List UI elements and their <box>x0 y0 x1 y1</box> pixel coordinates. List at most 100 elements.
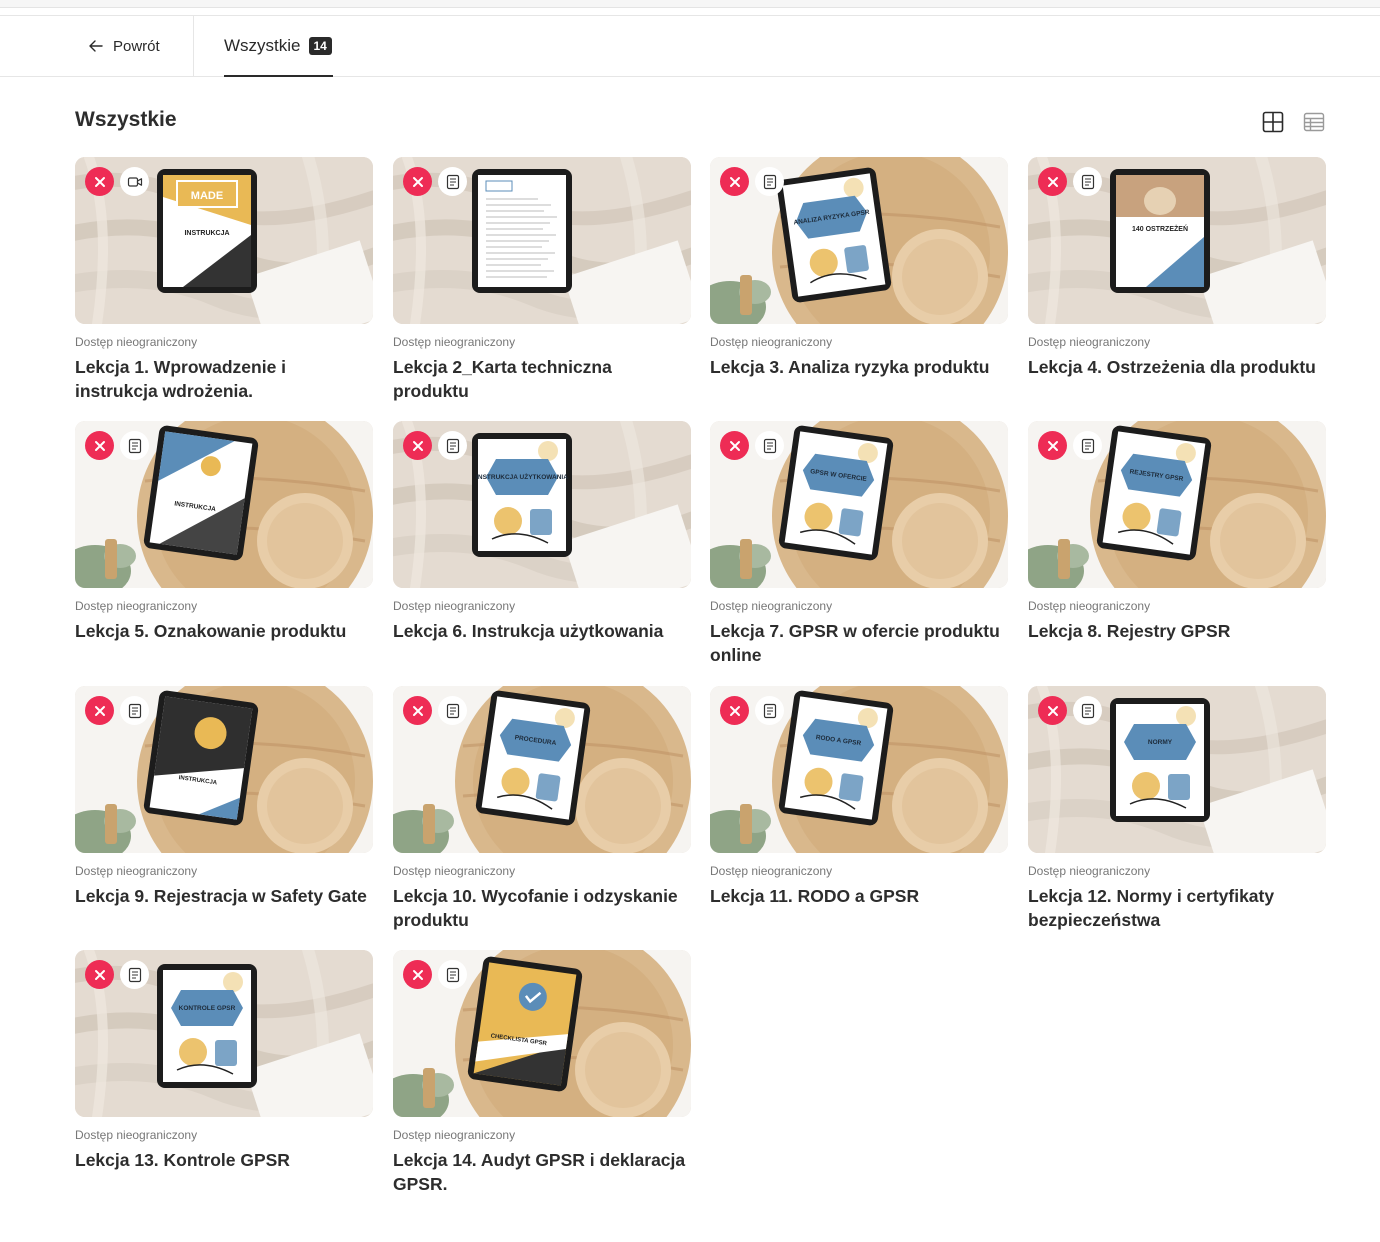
tab-all[interactable]: Wszystkie 14 <box>224 16 333 77</box>
lesson-thumbnail[interactable]: KONTROLE GPSR <box>75 950 373 1117</box>
document-icon <box>446 174 459 189</box>
access-label: Dostęp nieograniczony <box>75 1128 198 1142</box>
grid-view-icon <box>1262 111 1284 133</box>
lesson-thumbnail[interactable] <box>393 157 691 324</box>
lesson-thumbnail[interactable]: MADE INSTRUKCJA <box>75 157 373 324</box>
lesson-thumbnail[interactable]: RODO A GPSR <box>710 686 1008 853</box>
access-label: Dostęp nieograniczony <box>75 864 198 878</box>
remove-button[interactable] <box>720 431 749 460</box>
browser-top-strip <box>0 0 1380 8</box>
access-label: Dostęp nieograniczony <box>1028 599 1151 613</box>
lesson-card[interactable]: CHECKLISTA GPSR Dostęp nieograniczony Le… <box>393 950 691 1196</box>
content-type-badge <box>755 431 784 460</box>
content-type-badge <box>120 696 149 725</box>
remove-button[interactable] <box>85 167 114 196</box>
remove-button[interactable] <box>720 167 749 196</box>
lesson-card[interactable]: INSTRUKCJA Dostęp nieograniczony Lekcja … <box>75 421 373 643</box>
access-label: Dostęp nieograniczony <box>393 335 516 349</box>
svg-text:INSTRUKCJA: INSTRUKCJA <box>184 230 229 237</box>
lesson-card[interactable]: KONTROLE GPSR Dostęp nieograniczony Lekc… <box>75 950 373 1172</box>
remove-button[interactable] <box>1038 431 1067 460</box>
lesson-title[interactable]: Lekcja 8. Rejestry GPSR <box>1028 619 1326 643</box>
lesson-thumbnail[interactable]: PROCEDURA <box>393 686 691 853</box>
remove-button[interactable] <box>403 431 432 460</box>
lesson-title[interactable]: Lekcja 3. Analiza ryzyka produktu <box>710 355 1008 379</box>
content-type-badge <box>438 960 467 989</box>
access-label: Dostęp nieograniczony <box>75 335 198 349</box>
close-icon <box>94 176 105 187</box>
svg-text:KONTROLE GPSR: KONTROLE GPSR <box>179 1005 236 1012</box>
lesson-card[interactable]: REJESTRY GPSR Dostęp nieograniczony Lekc… <box>1028 421 1326 643</box>
lesson-thumbnail[interactable]: ANALIZA RYZYKA GPSR <box>710 157 1008 324</box>
document-icon <box>128 438 141 453</box>
content-type-badge <box>120 960 149 989</box>
lesson-card[interactable]: INSTRUKCJA Dostęp nieograniczony Lekcja … <box>75 686 373 908</box>
table-view-button[interactable] <box>1303 111 1325 133</box>
close-icon <box>1047 440 1058 451</box>
svg-text:140 OSTRZEŻEŃ: 140 OSTRZEŻEŃ <box>1132 224 1188 233</box>
svg-text:MADE: MADE <box>191 190 223 202</box>
svg-text:INSTRUKCJA UŻYTKOWANIA: INSTRUKCJA UŻYTKOWANIA <box>476 473 568 481</box>
document-icon <box>128 703 141 718</box>
remove-button[interactable] <box>85 960 114 989</box>
content-type-badge <box>755 167 784 196</box>
lesson-title[interactable]: Lekcja 13. Kontrole GPSR <box>75 1148 373 1172</box>
access-label: Dostęp nieograniczony <box>1028 864 1151 878</box>
lesson-thumbnail[interactable]: REJESTRY GPSR <box>1028 421 1326 588</box>
lesson-title[interactable]: Lekcja 4. Ostrzeżenia dla produktu <box>1028 355 1326 379</box>
lesson-title[interactable]: Lekcja 6. Instrukcja użytkowania <box>393 619 691 643</box>
access-label: Dostęp nieograniczony <box>710 335 833 349</box>
remove-button[interactable] <box>403 960 432 989</box>
document-icon <box>1081 438 1094 453</box>
close-icon <box>94 440 105 451</box>
close-icon <box>412 969 423 980</box>
content-type-badge <box>438 167 467 196</box>
lesson-thumbnail[interactable]: INSTRUKCJA UŻYTKOWANIA <box>393 421 691 588</box>
lesson-thumbnail[interactable]: INSTRUKCJA <box>75 421 373 588</box>
lesson-title[interactable]: Lekcja 2_Karta techniczna produktu <box>393 355 691 403</box>
lesson-title[interactable]: Lekcja 1. Wprowadzenie i instrukcja wdro… <box>75 355 373 403</box>
lesson-title[interactable]: Lekcja 9. Rejestracja w Safety Gate <box>75 884 373 908</box>
lesson-thumbnail[interactable]: INSTRUKCJA <box>75 686 373 853</box>
lesson-title[interactable]: Lekcja 11. RODO a GPSR <box>710 884 1008 908</box>
back-button[interactable]: Powrót <box>88 16 160 76</box>
remove-button[interactable] <box>85 431 114 460</box>
lesson-thumbnail[interactable]: GPSR W OFERCIE <box>710 421 1008 588</box>
lesson-card[interactable]: PROCEDURA Dostęp nieograniczony Lekcja 1… <box>393 686 691 932</box>
lesson-card[interactable]: ANALIZA RYZYKA GPSR Dostęp nieograniczon… <box>710 157 1008 379</box>
remove-button[interactable] <box>720 696 749 725</box>
lesson-card[interactable]: NORMY Dostęp nieograniczony Lekcja 12. N… <box>1028 686 1326 932</box>
lesson-card[interactable]: MADE INSTRUKCJA Dostęp nieograniczony Le… <box>75 157 373 403</box>
remove-button[interactable] <box>403 696 432 725</box>
document-icon <box>446 967 459 982</box>
tab-all-label: Wszystkie <box>224 35 301 55</box>
remove-button[interactable] <box>85 696 114 725</box>
document-icon <box>763 174 776 189</box>
lesson-title[interactable]: Lekcja 14. Audyt GPSR i deklaracja GPSR. <box>393 1148 691 1196</box>
remove-button[interactable] <box>1038 167 1067 196</box>
lesson-card[interactable]: INSTRUKCJA UŻYTKOWANIA Dostęp nieogranic… <box>393 421 691 643</box>
remove-button[interactable] <box>1038 696 1067 725</box>
page-title: Wszystkie <box>75 108 177 131</box>
remove-button[interactable] <box>403 167 432 196</box>
lesson-thumbnail[interactable]: NORMY <box>1028 686 1326 853</box>
access-label: Dostęp nieograniczony <box>1028 335 1151 349</box>
lesson-card[interactable]: 140 OSTRZEŻEŃ Dostęp nieograniczony Lekc… <box>1028 157 1326 379</box>
lesson-title[interactable]: Lekcja 7. GPSR w ofercie produktu online <box>710 619 1008 667</box>
lesson-thumbnail[interactable]: 140 OSTRZEŻEŃ <box>1028 157 1326 324</box>
document-icon <box>446 703 459 718</box>
lesson-card[interactable]: GPSR W OFERCIE Dostęp nieograniczony Lek… <box>710 421 1008 667</box>
lesson-title[interactable]: Lekcja 10. Wycofanie i odzyskanie produk… <box>393 884 691 932</box>
access-label: Dostęp nieograniczony <box>710 599 833 613</box>
close-icon <box>412 440 423 451</box>
lesson-card[interactable]: Dostęp nieograniczony Lekcja 2_Karta tec… <box>393 157 691 403</box>
content-type-badge <box>438 696 467 725</box>
lesson-title[interactable]: Lekcja 12. Normy i certyfikaty bezpiecze… <box>1028 884 1326 932</box>
content-type-badge <box>1073 696 1102 725</box>
lesson-card[interactable]: RODO A GPSR Dostęp nieograniczony Lekcja… <box>710 686 1008 908</box>
video-icon <box>127 176 142 187</box>
lesson-thumbnail[interactable]: CHECKLISTA GPSR <box>393 950 691 1117</box>
lesson-title[interactable]: Lekcja 5. Oznakowanie produktu <box>75 619 373 643</box>
grid-view-button[interactable] <box>1262 111 1284 133</box>
document-icon <box>763 438 776 453</box>
